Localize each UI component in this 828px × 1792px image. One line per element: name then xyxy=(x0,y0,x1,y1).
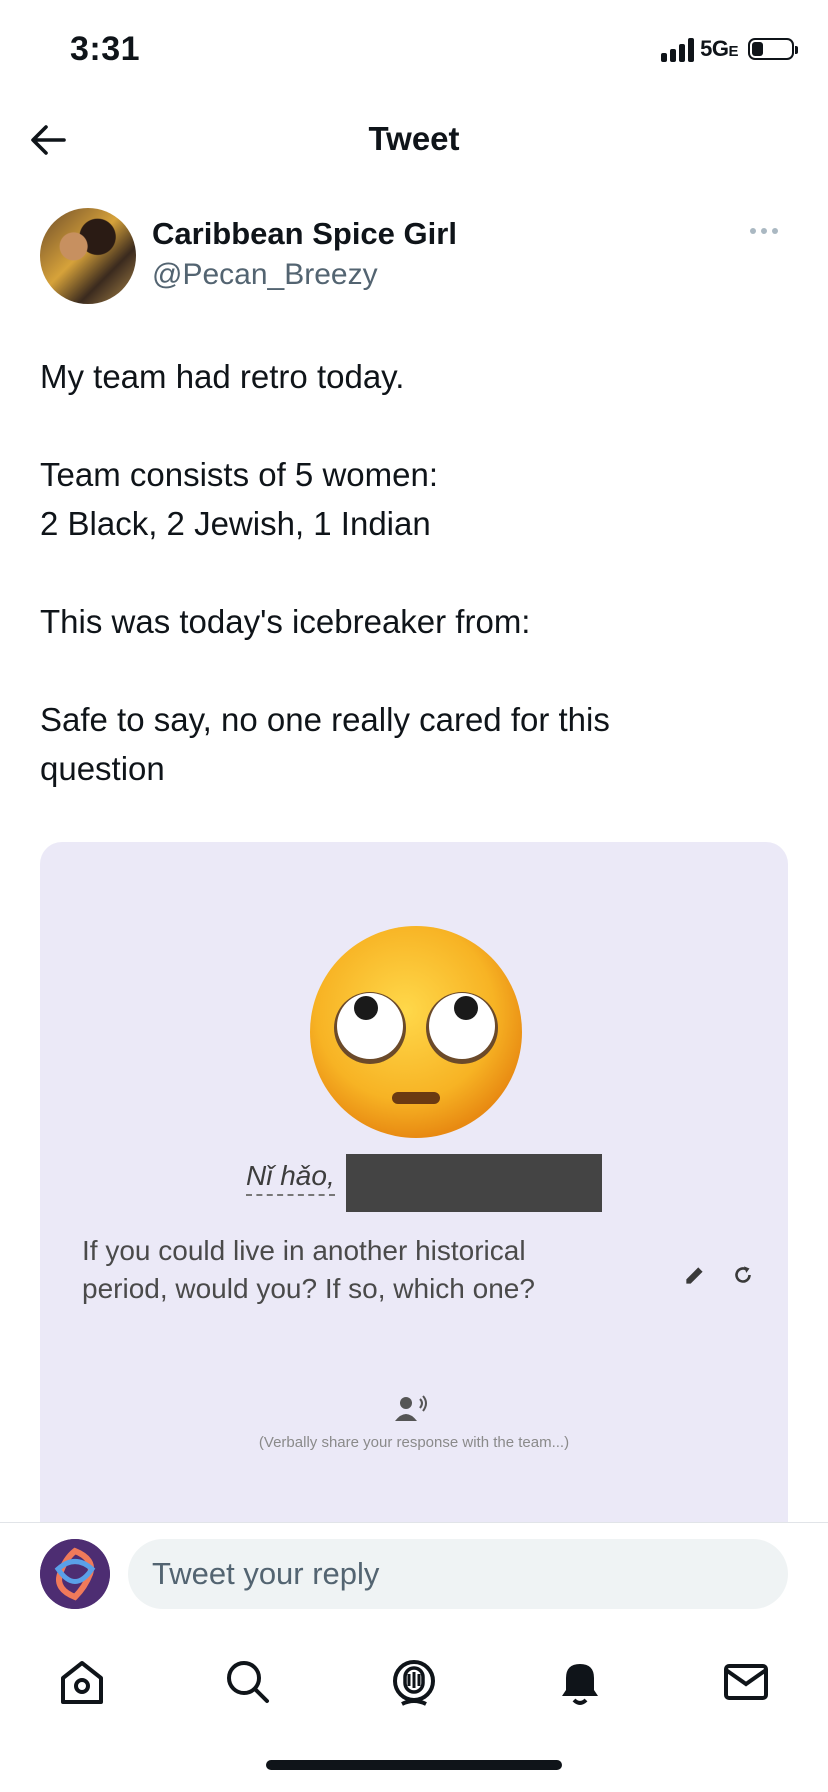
network-label: 5GE xyxy=(700,36,738,61)
tweet-line: 2 Black, 2 Jewish, 1 Indian xyxy=(40,505,431,542)
author-display-name[interactable]: Caribbean Spice Girl xyxy=(152,216,457,252)
battery-fill xyxy=(752,42,763,56)
author-handle[interactable]: @Pecan_Breezy xyxy=(152,258,378,292)
messages-icon[interactable] xyxy=(718,1654,774,1710)
battery-icon xyxy=(748,38,798,60)
icebreaker-question: If you could live in another historical … xyxy=(82,1235,535,1304)
refresh-icon xyxy=(735,1266,751,1283)
speaking-person-icon xyxy=(395,1395,427,1421)
tab-bar xyxy=(0,1624,828,1744)
signal-icon xyxy=(661,36,695,62)
more-dot-icon xyxy=(761,228,767,234)
spaces-icon[interactable] xyxy=(386,1654,442,1710)
tweet-line: question xyxy=(40,750,165,787)
page-title: Tweet xyxy=(368,120,460,157)
more-dot-icon xyxy=(750,228,756,234)
greeting-text: Nǐ hǎo, xyxy=(246,1160,335,1196)
tweet-line: My team had retro today. xyxy=(40,358,405,395)
search-icon[interactable] xyxy=(220,1654,276,1710)
reply-bar: Tweet your reply xyxy=(0,1522,828,1625)
status-time: 3:31 xyxy=(70,30,141,68)
more-options-button[interactable] xyxy=(750,224,784,238)
nav-header: Tweet xyxy=(0,100,828,180)
user-avatar[interactable] xyxy=(40,1539,110,1609)
reply-input[interactable]: Tweet your reply xyxy=(128,1539,788,1609)
status-bar: 3:31 5GE xyxy=(0,0,828,100)
home-indicator[interactable] xyxy=(266,1760,562,1770)
status-indicators: 5GE xyxy=(661,36,798,62)
more-dot-icon xyxy=(772,228,778,234)
tweet-line: Safe to say, no one really cared for thi… xyxy=(40,701,610,738)
pencil-icon xyxy=(686,1267,703,1284)
eye-roll-emoji-icon xyxy=(310,926,522,1138)
tweet-text: My team had retro today. Team consists o… xyxy=(40,352,790,793)
home-icon[interactable] xyxy=(54,1654,110,1710)
tweet-line: This was today's icebreaker from: xyxy=(40,603,531,640)
verbal-hint-text: (Verbally share your response with the t… xyxy=(258,1434,570,1451)
tweet-media-image[interactable]: Nǐ hǎo, If you could live in another his… xyxy=(40,842,788,1522)
author-avatar[interactable] xyxy=(40,208,136,304)
notifications-icon[interactable] xyxy=(552,1654,608,1710)
redacted-name-block xyxy=(346,1154,602,1212)
tweet-line: Team consists of 5 women: xyxy=(40,456,438,493)
